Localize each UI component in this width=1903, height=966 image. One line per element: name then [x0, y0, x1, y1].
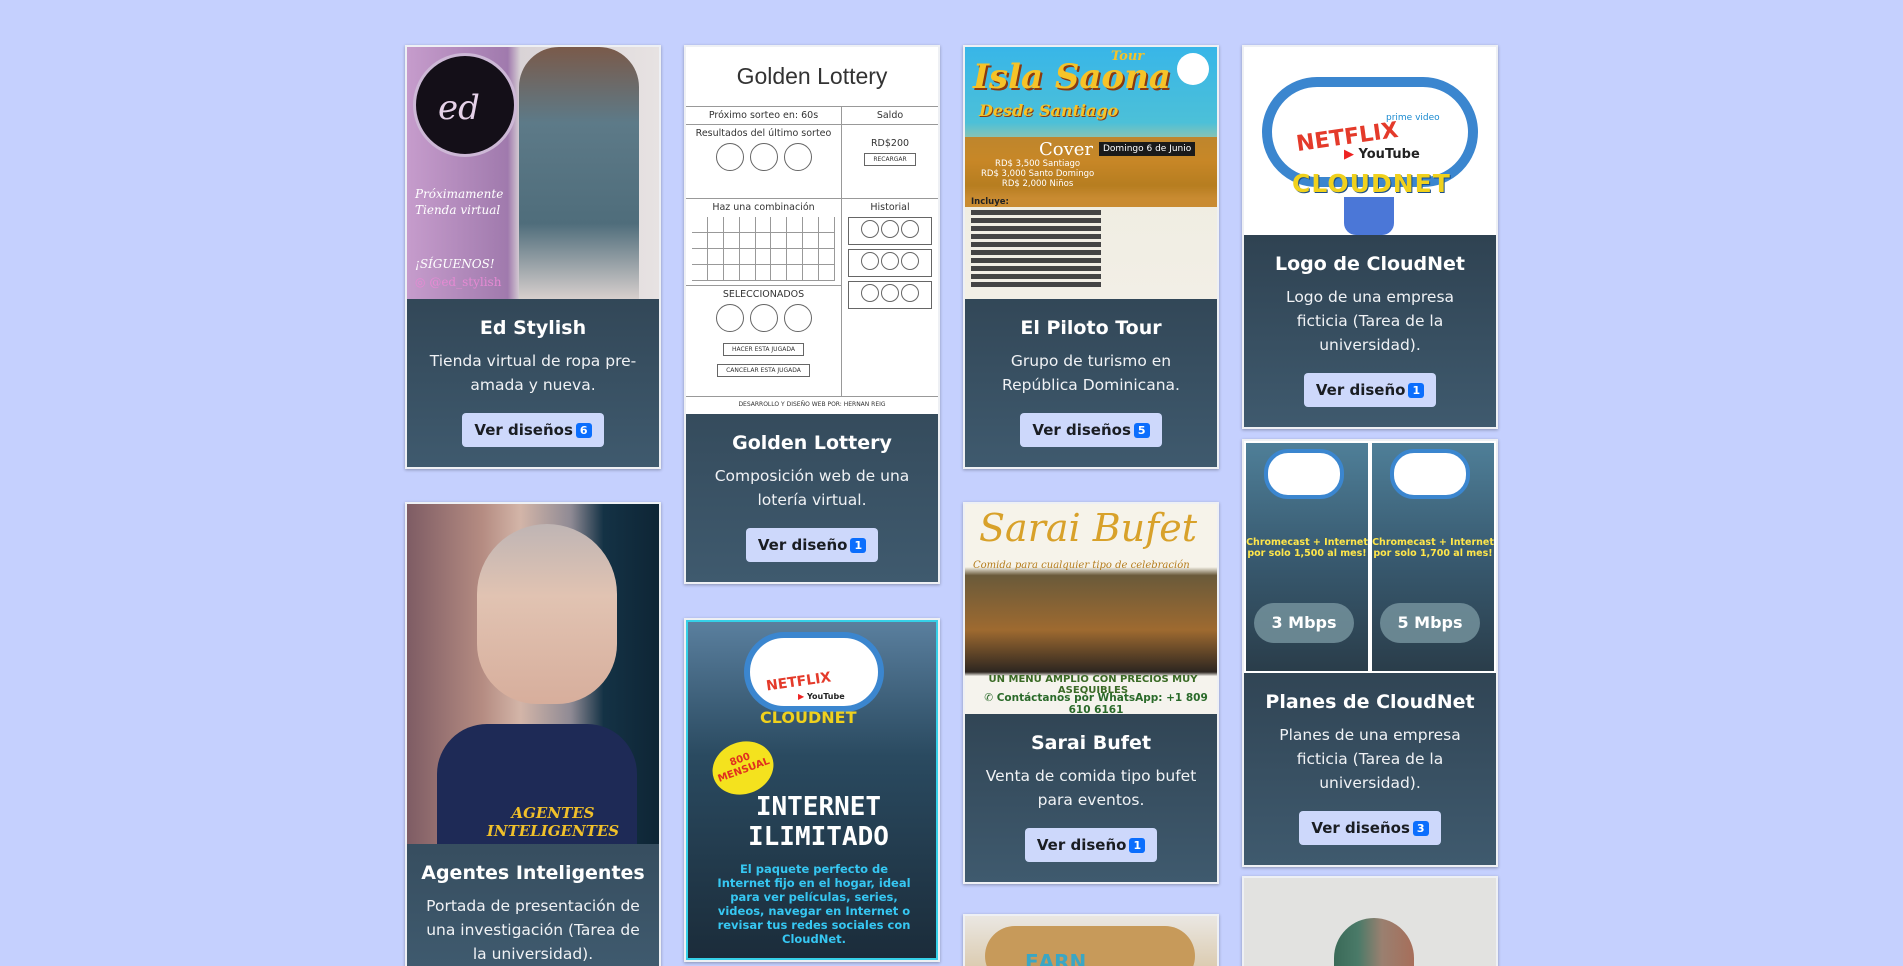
design-count-badge: 5: [1133, 423, 1150, 438]
card-image: Golden Lottery Próximo sorteo en: 60s Sal…: [686, 47, 938, 414]
card-description: Grupo de turismo en República Dominicana…: [1002, 352, 1180, 394]
view-designs-button[interactable]: Ver diseños 3: [1299, 811, 1441, 845]
model-photo: [519, 47, 639, 299]
card-description: Logo de una empresa ficticia (Tarea de l…: [1285, 288, 1455, 354]
card-planes-cloudnet: Chromecast + Internet por solo 1,500 al …: [1242, 439, 1498, 867]
card-ed-stylish: ed Próximamente Tienda virtual ¡SÍGUENOS…: [405, 45, 661, 469]
design-count-badge: 1: [1129, 838, 1146, 853]
view-designs-button[interactable]: Ver diseños 6: [462, 413, 604, 447]
card-el-piloto-tour: Isla Saona Desde Santiago Tour Cover Dom…: [963, 45, 1219, 469]
card-description: Planes de una empresa ficticia (Tarea de…: [1279, 726, 1461, 792]
card-title: Ed Stylish: [479, 317, 587, 339]
card-image: [1244, 878, 1496, 966]
whatsapp-icon: ✆: [984, 692, 994, 704]
card-description: Tienda virtual de ropa pre-amada y nueva…: [429, 352, 637, 394]
card-image: ed Próximamente Tienda virtual ¡SÍGUENOS…: [407, 47, 659, 299]
card-logo-cloudnet: NETFLIX prime video ▶ YouTube CLOUDNET L…: [1242, 45, 1498, 429]
design-count-badge: 6: [575, 423, 592, 438]
design-count-badge: 1: [850, 538, 867, 553]
robot-head: [477, 524, 617, 704]
view-design-button[interactable]: Ver diseño 1: [745, 528, 879, 562]
card-description: Portada de presentación de una investiga…: [426, 897, 640, 963]
card-image: Sarai Bufet Comida para cualquier tipo d…: [965, 504, 1217, 714]
view-designs-button[interactable]: Ver diseños 5: [1020, 413, 1162, 447]
view-design-button[interactable]: Ver diseño 1: [1303, 373, 1437, 407]
card-image: NETFLIX prime video ▶ YouTube CLOUDNET: [1244, 47, 1496, 235]
design-count-badge: 3: [1412, 821, 1429, 836]
ed-stylish-logo: ed: [413, 53, 517, 157]
card-title: Agentes Inteligentes: [421, 862, 645, 884]
plan-5mbps-image: Chromecast + Internet por solo 1,700 al …: [1372, 443, 1494, 671]
card-cloudnet-internet: NETFLIX ▶ YouTube CLOUDNET 800 MENSUAL I…: [684, 618, 940, 962]
card-title: Planes de CloudNet: [1265, 691, 1475, 713]
card-image: NETFLIX ▶ YouTube CLOUDNET 800 MENSUAL I…: [686, 620, 938, 960]
piloto-logo: [1177, 53, 1209, 85]
card-image: EARN: [965, 916, 1217, 966]
youtube-icon: ▶: [1344, 147, 1354, 162]
plan-3mbps-image: Chromecast + Internet por solo 1,500 al …: [1246, 443, 1368, 671]
number-grid: [692, 217, 835, 281]
card-image: Isla Saona Desde Santiago Tour Cover Dom…: [965, 47, 1217, 299]
card-description: Venta de comida tipo bufet para eventos.: [985, 767, 1197, 809]
youtube-icon: ▶: [798, 692, 805, 701]
card-image: AGENTES INTELIGENTES: [407, 504, 659, 844]
card-sarai-bufet: Sarai Bufet Comida para cualquier tipo d…: [963, 502, 1219, 884]
card-title: El Piloto Tour: [1020, 317, 1162, 339]
view-design-button[interactable]: Ver diseño 1: [1024, 828, 1158, 862]
card-description: Composición web de una lotería virtual.: [714, 467, 910, 509]
card-title: Golden Lottery: [732, 432, 892, 454]
instagram-icon: ◎: [415, 275, 426, 289]
card-partial: [1242, 876, 1498, 966]
card-earn: EARN: [963, 914, 1219, 966]
card-golden-lottery: Golden Lottery Próximo sorteo en: 60s Sal…: [684, 45, 940, 584]
card-title: Logo de CloudNet: [1274, 253, 1466, 275]
card-title: Sarai Bufet: [1030, 732, 1152, 754]
card-agentes-inteligentes: AGENTES INTELIGENTES Agentes Inteligente…: [405, 502, 661, 966]
card-image: Chromecast + Internet por solo 1,500 al …: [1244, 441, 1496, 673]
design-count-badge: 1: [1408, 383, 1425, 398]
ethernet-cable-icon: [1344, 197, 1394, 235]
